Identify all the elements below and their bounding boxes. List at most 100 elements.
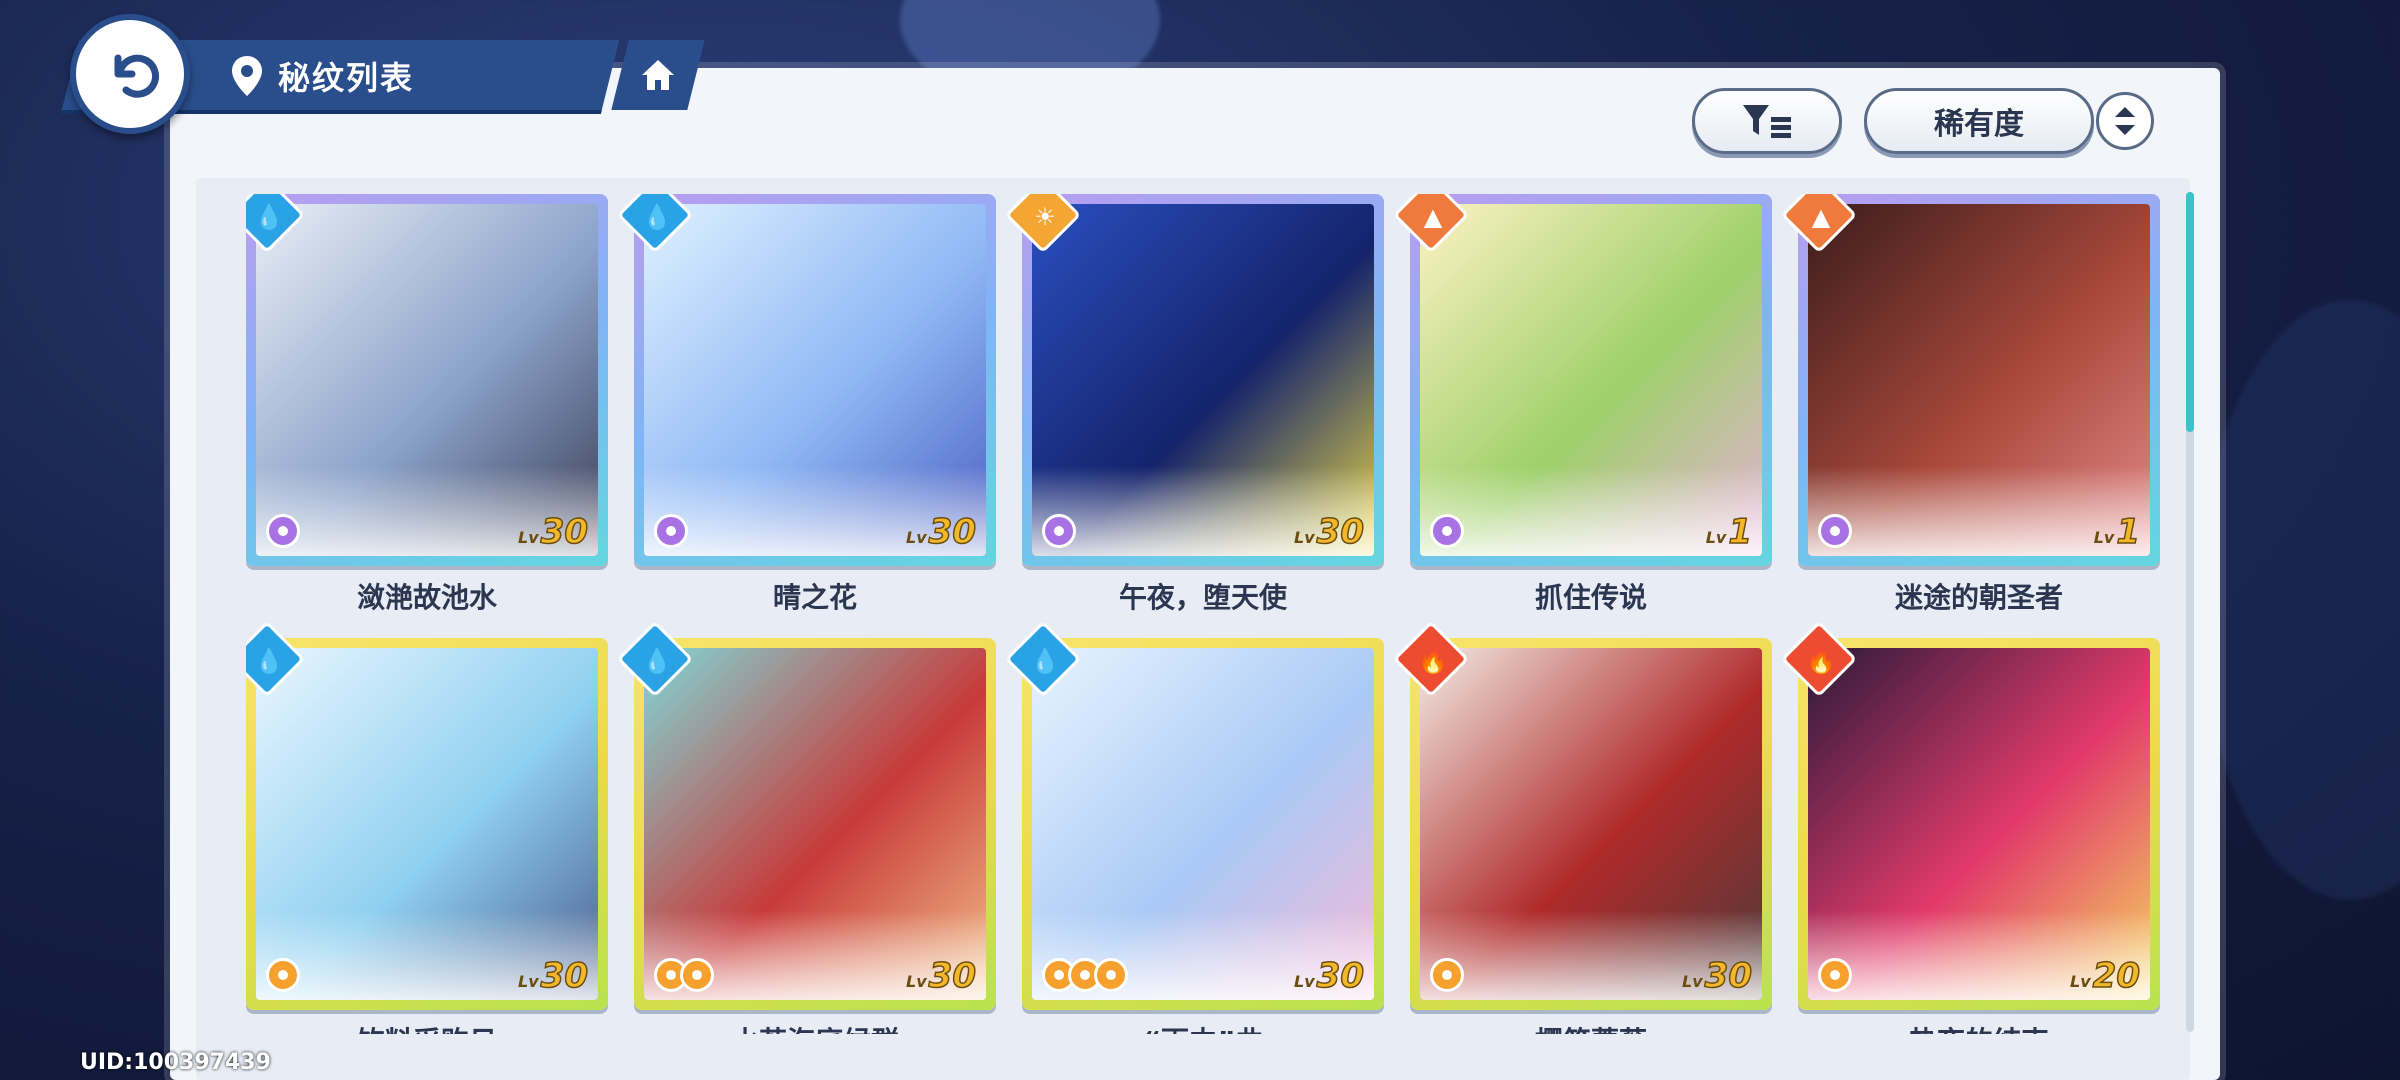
card-artwork (1032, 648, 1374, 1000)
level-value: 30 (540, 955, 589, 997)
card-name: 潋滟故池水 (356, 581, 497, 614)
card-name: 抓住传说 (1534, 581, 1647, 614)
level-label: Lv (518, 528, 539, 547)
card-frame (634, 638, 996, 1010)
card-artwork (1420, 648, 1762, 1000)
fire-icon: 🔥 (1418, 647, 1448, 675)
water-icon: 💧 (254, 647, 284, 675)
level-indicator: Lv 30 (1682, 955, 1753, 997)
earth-icon: ▲ (1811, 203, 1831, 231)
card-frame (246, 194, 608, 566)
water-icon: 💧 (1030, 647, 1060, 675)
card-artwork (1808, 204, 2150, 556)
level-value: 30 (928, 511, 977, 553)
level-value: 30 (928, 955, 977, 997)
earth-icon: ▲ (1423, 203, 1443, 231)
level-indicator: Lv 30 (518, 511, 589, 553)
fire-icon: 🔥 (1806, 647, 1836, 675)
card[interactable]: 💧 Lv30 “雨中”曲 (1004, 620, 1384, 1034)
card[interactable]: 💧 Lv 30 晴之花 (616, 194, 996, 614)
card-name: 樱笼蔷薇 (1410, 1020, 1772, 1034)
rank-disc-icon (1430, 514, 1464, 548)
sort-order-button[interactable] (2096, 92, 2154, 150)
card-name: 饮料采购日 (246, 1020, 608, 1034)
back-arrow-icon (114, 54, 159, 98)
card[interactable]: 💧 Lv30 饮料采购日 (246, 620, 608, 1034)
card-name: 晴之花 (772, 581, 857, 614)
rank-disc-icon (1818, 958, 1852, 992)
level-indicator: Lv 30 (1294, 511, 1365, 553)
card-frame (1798, 638, 2160, 1010)
level-label: Lv (1682, 972, 1703, 991)
card-name: “雨中”曲 (1022, 1020, 1384, 1034)
home-icon (642, 60, 674, 90)
level-indicator: Lv 30 (1294, 955, 1365, 997)
level-value: 30 (1316, 511, 1365, 553)
level-value: 30 (1316, 955, 1365, 997)
card-artwork (1420, 204, 1762, 556)
page-title: 秘纹列表 (278, 59, 415, 97)
level-label: Lv (1705, 528, 1727, 547)
card-name: 午夜，堕天使 (1118, 581, 1287, 614)
card-artwork (256, 648, 598, 1000)
level-value: 30 (1704, 955, 1753, 997)
card[interactable]: ▲ Lv 1 迷途的朝圣者 (1780, 194, 2160, 614)
level-label: Lv (2093, 528, 2115, 547)
card[interactable]: 🔥 Lv30 樱笼蔷薇 (1392, 620, 1772, 1034)
card-name: 水若海底候群 (634, 1020, 996, 1034)
level-label: Lv (2070, 972, 2091, 991)
card-frame (1022, 194, 1384, 566)
card[interactable]: 💧 Lv30 水若海底候群 (616, 620, 996, 1034)
level-indicator: Lv 1 (1705, 511, 1753, 553)
card[interactable]: ☀ Lv 30 午夜，堕天使 (1004, 194, 1384, 614)
level-value: 30 (540, 511, 589, 553)
card-frame (634, 194, 996, 566)
card-frame (1022, 638, 1384, 1010)
filter-button[interactable] (1692, 88, 1842, 154)
rank-disc-icon (654, 514, 688, 548)
water-icon: 💧 (642, 647, 672, 675)
water-icon: 💧 (642, 203, 672, 231)
back-button[interactable] (70, 14, 190, 134)
level-indicator: Lv 20 (2070, 955, 2141, 997)
rank-disc-icon (1042, 514, 1076, 548)
level-label: Lv (1294, 972, 1315, 991)
card-name: 热夜的结束 (1798, 1020, 2160, 1034)
sort-order-icon (2115, 107, 2135, 135)
scrollbar-thumb[interactable] (2186, 192, 2194, 432)
card-frame (1798, 194, 2160, 566)
level-indicator: Lv 30 (518, 955, 589, 997)
level-indicator: Lv 1 (2093, 511, 2141, 553)
uid-label: UID:100397439 (80, 1050, 271, 1075)
card-frame (1410, 194, 1772, 566)
rank-disc-icon (266, 514, 300, 548)
background-curtain (2200, 300, 2400, 900)
card-frame (246, 638, 608, 1010)
card-frame (1410, 638, 1772, 1010)
level-value: 1 (2116, 511, 2141, 553)
filter-icon (1743, 105, 1791, 138)
rank-disc-icon (266, 958, 300, 992)
level-indicator: Lv 30 (906, 511, 977, 553)
card-artwork (256, 204, 598, 556)
rank-disc-icon (1430, 958, 1464, 992)
level-label: Lv (906, 972, 927, 991)
card[interactable]: 🔥 Lv20 热夜的结束 (1780, 620, 2160, 1034)
level-indicator: Lv 30 (906, 955, 977, 997)
header-title-group: 秘纹列表 (230, 46, 414, 106)
card-name: 迷途的朝圣者 (1894, 581, 2063, 614)
water-icon: 💧 (254, 203, 284, 231)
level-label: Lv (1294, 528, 1315, 547)
light-icon: ☀ (1034, 203, 1056, 231)
card-artwork (1808, 648, 2150, 1000)
card-artwork (644, 204, 986, 556)
level-label: Lv (518, 972, 539, 991)
rank-disc-icon (680, 958, 714, 992)
card[interactable]: ▲ Lv 1 抓住传说 (1392, 194, 1772, 614)
level-value: 1 (1728, 511, 1753, 553)
sort-rarity-button[interactable]: 稀有度 (1864, 88, 2094, 154)
card[interactable]: 💧 Lv 30 潋滟故池水 (246, 194, 608, 614)
level-label: Lv (906, 528, 927, 547)
level-value: 20 (2092, 955, 2141, 997)
rank-disc-icon (1094, 958, 1128, 992)
